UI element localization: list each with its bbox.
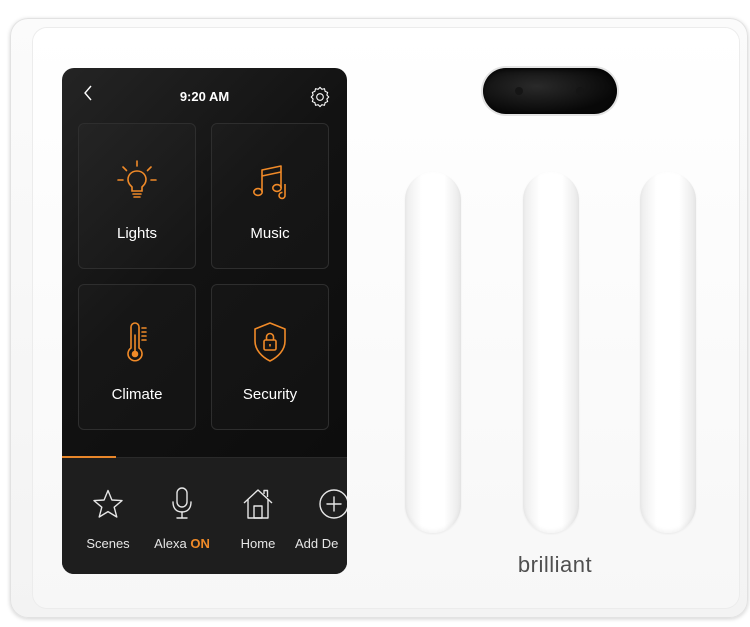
plus-circle-icon — [319, 489, 347, 519]
nav-add-device-label: Add De — [295, 536, 339, 551]
shield-lock-icon — [254, 322, 286, 362]
sensor-dot — [515, 87, 523, 95]
status-bar: 9:20 AM — [62, 68, 347, 108]
lightbulb-icon — [117, 160, 157, 198]
star-icon — [93, 489, 123, 518]
nav-alexa-label: Alexa — [154, 536, 187, 551]
slider-slot-2[interactable] — [523, 172, 579, 533]
tile-security-label: Security — [242, 386, 298, 403]
nav-scenes[interactable]: Scenes — [78, 486, 138, 551]
touchscreen: 9:20 AM Lights Music Climate Security Sc… — [62, 68, 347, 574]
settings-button[interactable] — [309, 86, 331, 108]
tile-security[interactable]: Security — [211, 284, 329, 430]
tile-music-label: Music — [250, 225, 290, 242]
tile-lights-label: Lights — [116, 225, 158, 242]
tile-climate-label: Climate — [111, 386, 163, 403]
clock: 9:20 AM — [179, 89, 230, 104]
tile-lights[interactable]: Lights — [78, 123, 196, 269]
gear-icon — [310, 86, 330, 108]
nav-home[interactable]: Home — [228, 486, 288, 551]
house-icon — [243, 489, 273, 519]
slider-slot-3[interactable] — [640, 172, 696, 533]
thermometer-icon — [127, 322, 147, 362]
brand-logo: brilliant — [517, 552, 593, 577]
nav-home-label: Home — [240, 536, 276, 551]
nav-add-device[interactable]: Add De — [295, 486, 347, 551]
sensor-dot — [576, 87, 584, 95]
camera-sensor-bar — [483, 68, 617, 114]
alexa-status: ON — [190, 536, 210, 551]
music-notes-icon — [253, 165, 286, 200]
nav-scenes-label: Scenes — [86, 536, 130, 551]
tile-climate[interactable]: Climate — [78, 284, 196, 430]
nav-alexa[interactable]: Alexa ON — [147, 486, 217, 551]
slider-slot-1[interactable] — [405, 172, 461, 533]
page-progress-indicator — [62, 456, 117, 458]
microphone-icon — [172, 487, 192, 519]
tile-music[interactable]: Music — [211, 123, 329, 269]
